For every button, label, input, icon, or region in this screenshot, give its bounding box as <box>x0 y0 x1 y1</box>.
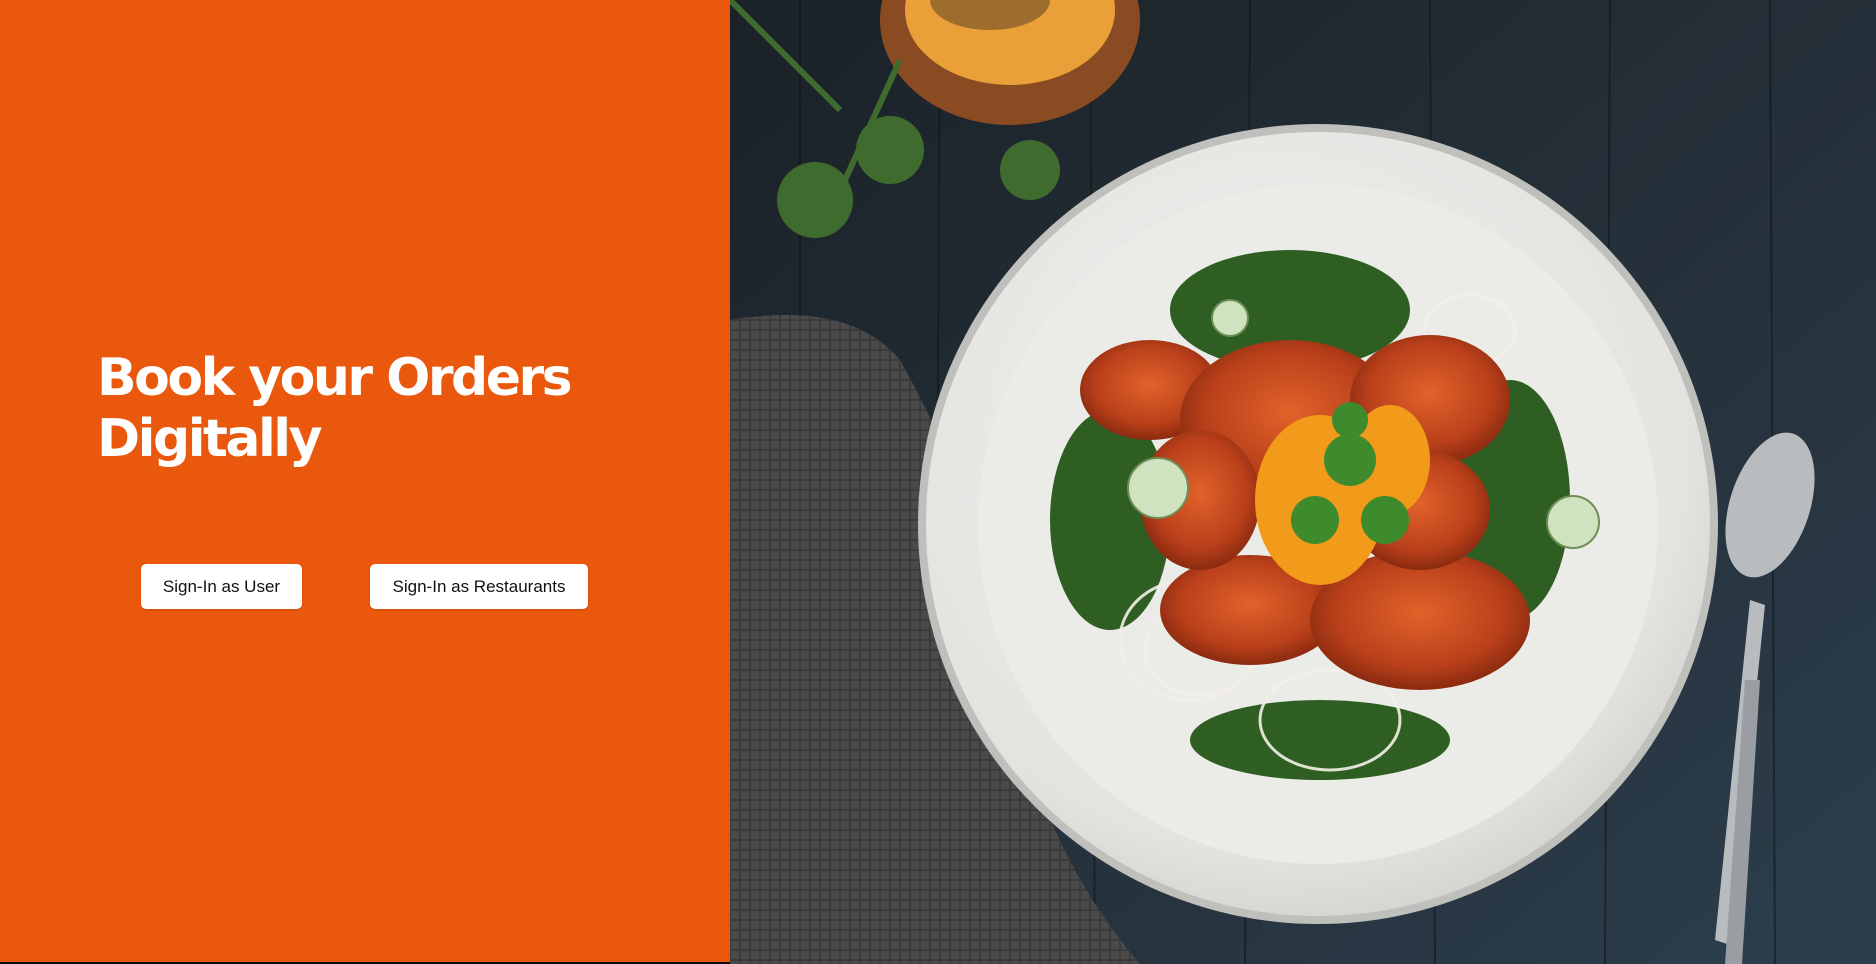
hero-panel: Book your Orders Digitally Sign-In as Us… <box>0 0 730 962</box>
headline-line-2: Digitally <box>97 409 323 469</box>
headline-line-1: Book your Orders <box>97 348 573 408</box>
hero-headline: Book your Orders Digitally <box>97 348 657 470</box>
hero-food-image <box>730 0 1876 964</box>
sign-in-user-button[interactable]: Sign-In as User <box>141 564 302 609</box>
sign-in-restaurants-button[interactable]: Sign-In as Restaurants <box>370 564 588 609</box>
landing-page: Book your Orders Digitally Sign-In as Us… <box>0 0 1876 964</box>
food-plate-illustration <box>730 0 1876 964</box>
